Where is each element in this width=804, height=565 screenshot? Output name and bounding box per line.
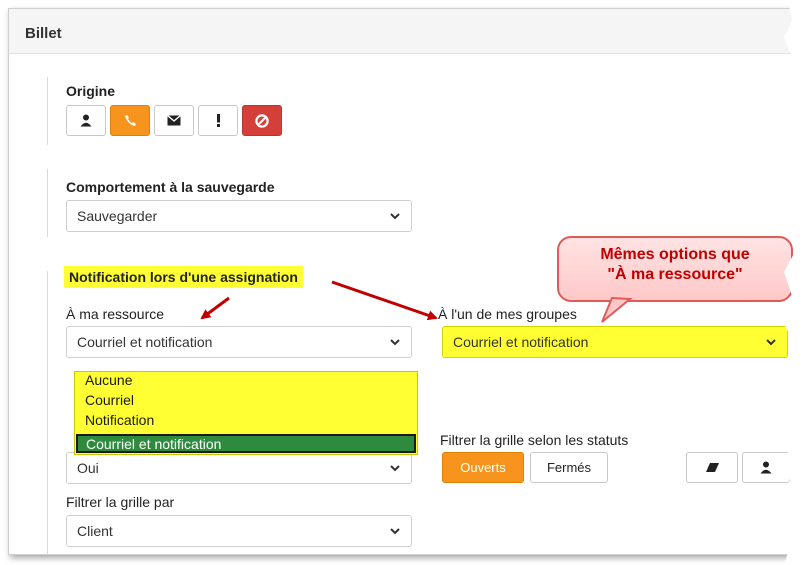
phone-icon (124, 115, 136, 126)
envelope-icon (167, 115, 181, 126)
ticket-card: Billet Origine Comportement à la sauvega… (8, 8, 798, 555)
card-header: Billet (9, 9, 797, 54)
chevron-down-icon (390, 528, 400, 535)
my-resource-select[interactable]: Courriel et notification (66, 326, 412, 358)
chevron-down-icon (766, 339, 776, 346)
person-icon (760, 461, 772, 474)
section-divider (47, 271, 48, 371)
save-behavior-value: Sauvegarder (77, 208, 158, 224)
save-behavior-label: Comportement à la sauvegarde (66, 179, 275, 195)
open-status-button[interactable]: Ouverts (442, 452, 524, 483)
origin-email-button[interactable] (154, 105, 194, 136)
save-behavior-select[interactable]: Sauvegarder (66, 200, 412, 232)
chevron-down-icon (390, 339, 400, 346)
origin-person-button[interactable] (66, 105, 106, 136)
callout-line-2: "À ma ressource" (607, 266, 743, 283)
filter-by-select[interactable]: Client (66, 515, 412, 547)
dropdown-option-selected[interactable]: Courriel et notification (76, 434, 416, 453)
grid-option-value: Oui (77, 460, 99, 476)
eraser-icon (705, 463, 719, 472)
grid-option-select[interactable]: Oui (66, 452, 412, 484)
annotation-callout: Mêmes options que "À ma ressource" (557, 236, 793, 302)
ban-icon (255, 113, 269, 128)
section-divider (47, 169, 48, 237)
my-resource-label: À ma ressource (66, 306, 165, 322)
my-groups-value: Courriel et notification (453, 334, 589, 350)
chevron-down-icon (390, 213, 400, 220)
clear-filter-button[interactable] (686, 452, 738, 483)
chevron-down-icon (390, 465, 400, 472)
dropdown-option-selected-label: Courriel et notification (86, 436, 222, 452)
my-resource-dropdown-list: Aucune Courriel Notification Courriel et… (74, 371, 418, 455)
dropdown-option[interactable]: Aucune (85, 372, 132, 388)
dropdown-option[interactable]: Notification (85, 412, 154, 428)
my-groups-label: À l'un de mes groupes (438, 306, 577, 322)
my-tickets-filter-button[interactable] (742, 452, 790, 483)
origine-label: Origine (66, 83, 116, 99)
origin-none-button[interactable] (242, 105, 282, 136)
status-filter-label: Filtrer la grille selon les statuts (440, 432, 629, 448)
notification-section-label: Notification lors d'une assignation (64, 266, 303, 288)
person-icon (80, 114, 92, 127)
card-title: Billet (25, 25, 62, 42)
my-resource-value: Courriel et notification (77, 334, 213, 350)
section-divider (47, 369, 48, 554)
dropdown-option[interactable]: Courriel (85, 392, 134, 408)
callout-line-1: Mêmes options que (600, 246, 750, 263)
filter-by-value: Client (77, 523, 113, 539)
origin-phone-button[interactable] (110, 105, 150, 136)
closed-status-button[interactable]: Fermés (530, 452, 608, 483)
my-groups-select[interactable]: Courriel et notification (442, 326, 788, 358)
filter-by-label: Filtrer la grille par (66, 494, 175, 510)
exclamation-icon (216, 114, 220, 127)
origin-urgent-button[interactable] (198, 105, 238, 136)
section-divider (47, 77, 48, 145)
